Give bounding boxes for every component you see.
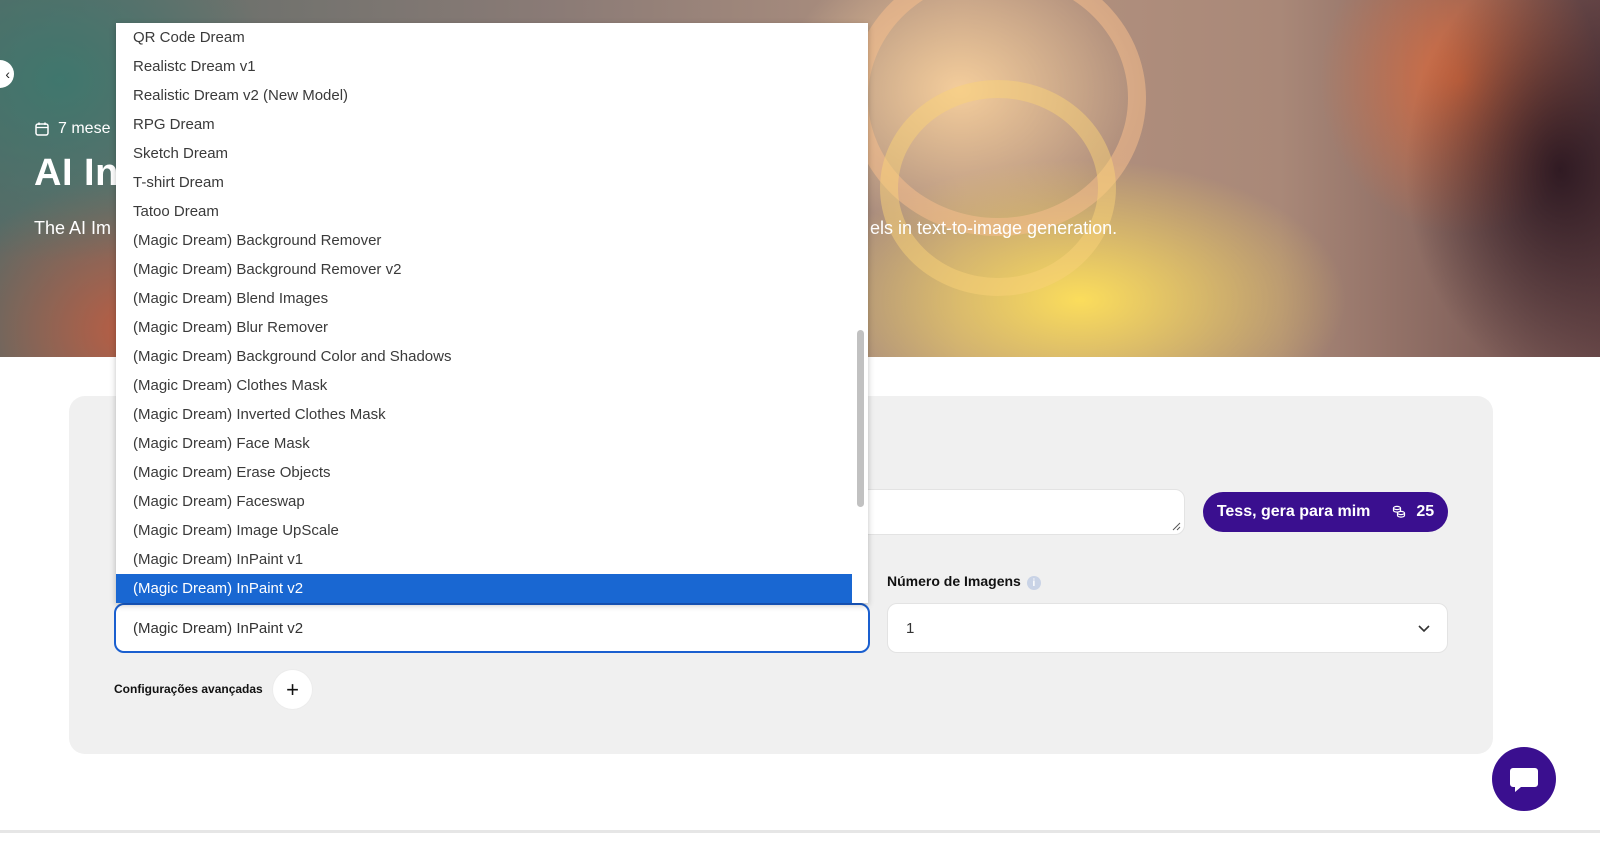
credits-badge: 25 xyxy=(1392,503,1434,521)
dropdown-option[interactable]: T-shirt Dream xyxy=(116,168,852,197)
dropdown-option[interactable]: RPG Dream xyxy=(116,110,852,139)
dropdown-option[interactable]: (Magic Dream) Image UpScale xyxy=(116,516,852,545)
num-images-label: Número de Imagens i xyxy=(887,572,1041,590)
footer-divider xyxy=(0,830,1600,833)
coins-icon xyxy=(1393,505,1406,518)
model-select[interactable]: (Magic Dream) InPaint v2 xyxy=(114,603,870,653)
dropdown-option[interactable]: Sketch Dream xyxy=(116,139,852,168)
chat-button[interactable] xyxy=(1492,747,1556,811)
dropdown-option[interactable]: Realistc Dream v1 xyxy=(116,52,852,81)
dropdown-option[interactable]: (Magic Dream) Clothes Mask xyxy=(116,371,852,400)
num-images-label-text: Número de Imagens xyxy=(887,573,1021,589)
chevron-down-icon xyxy=(1418,625,1430,633)
dropdown-option[interactable]: (Magic Dream) Face Mask xyxy=(116,429,852,458)
page-description-continued: els in text-to-image generation. xyxy=(870,218,1118,238)
dropdown-option[interactable]: (Magic Dream) Background Color and Shado… xyxy=(116,342,852,371)
post-date-text: 7 mese xyxy=(58,120,111,137)
dropdown-scrollbar[interactable] xyxy=(852,23,868,603)
carousel-prev-button[interactable]: ‹ xyxy=(0,60,14,88)
dropdown-scrollbar-thumb[interactable] xyxy=(857,330,864,507)
page-title: AI In xyxy=(34,152,119,194)
dropdown-option[interactable]: (Magic Dream) Background Remover xyxy=(116,226,852,255)
dropdown-option[interactable]: (Magic Dream) Blur Remover xyxy=(116,313,852,342)
dropdown-option[interactable]: Realistic Dream v2 (New Model) xyxy=(116,81,852,110)
dropdown-option[interactable]: QR Code Dream xyxy=(116,23,852,52)
num-images-value: 1 xyxy=(906,619,915,637)
page-description: The AI Im xyxy=(34,218,112,238)
dropdown-option[interactable]: (Magic Dream) Inverted Clothes Mask xyxy=(116,400,852,429)
dropdown-option[interactable]: (Magic Dream) Faceswap xyxy=(116,487,852,516)
resize-handle-icon[interactable] xyxy=(1171,521,1181,531)
hero-decoration xyxy=(880,80,1116,296)
post-date: 7 mese xyxy=(34,120,110,138)
advanced-settings-label: Configurações avançadas xyxy=(114,682,263,696)
dropdown-option[interactable]: (Magic Dream) Erase Objects xyxy=(116,458,852,487)
model-select-value: (Magic Dream) InPaint v2 xyxy=(133,619,304,637)
num-images-select[interactable]: 1 xyxy=(887,603,1448,653)
generate-button-label: Tess, gera para mim xyxy=(1216,503,1371,520)
calendar-icon xyxy=(35,122,49,136)
chat-icon xyxy=(1510,768,1538,792)
dropdown-option[interactable]: (Magic Dream) Background Remover v2 xyxy=(116,255,852,284)
info-icon[interactable]: i xyxy=(1026,576,1041,590)
dropdown-option[interactable]: Tatoo Dream xyxy=(116,197,852,226)
advanced-settings-toggle[interactable]: + xyxy=(273,670,312,709)
model-dropdown-list[interactable]: QR Code Dream Realistc Dream v1 Realistic … xyxy=(116,23,868,603)
dropdown-option[interactable]: (Magic Dream) Blend Images xyxy=(116,284,852,313)
chevron-left-icon: ‹ xyxy=(5,66,10,82)
generate-button[interactable]: Tess, gera para mim 25 xyxy=(1203,492,1448,532)
credits-count: 25 xyxy=(1416,503,1435,520)
dropdown-option[interactable]: (Magic Dream) InPaint v2 xyxy=(116,574,852,603)
dropdown-options: QR Code Dream Realistc Dream v1 Realistic … xyxy=(116,23,852,603)
dropdown-option[interactable]: (Magic Dream) InPaint v1 xyxy=(116,545,852,574)
